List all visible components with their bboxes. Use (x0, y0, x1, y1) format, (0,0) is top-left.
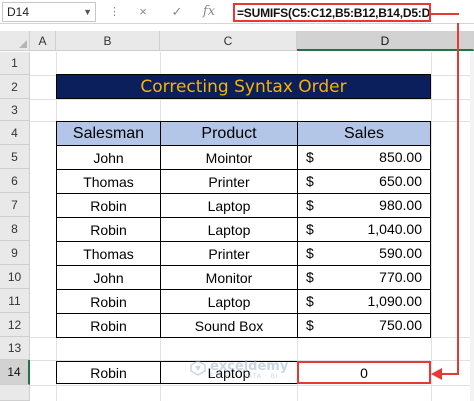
column-header-c[interactable]: C (160, 31, 297, 51)
sales-value: 590.00 (379, 245, 422, 261)
sales-value: 1,090.00 (367, 293, 423, 309)
currency-symbol: $ (306, 173, 314, 189)
row-header-10[interactable]: 10 (0, 265, 30, 289)
salesman-cell[interactable]: Thomas (56, 241, 161, 266)
product-cell[interactable]: Laptop (160, 217, 298, 242)
column-header-b[interactable]: B (56, 31, 160, 51)
header-product[interactable]: Product (160, 121, 298, 146)
currency-symbol: $ (306, 149, 314, 165)
product-cell[interactable]: Printer (160, 241, 298, 266)
column-header-d[interactable]: D (297, 31, 474, 51)
function-icon[interactable]: fx (200, 3, 218, 21)
exceldemy-logo-icon (190, 360, 206, 376)
header-salesman[interactable]: Salesman (56, 121, 161, 146)
row-header-1[interactable]: 1 (0, 52, 30, 75)
select-all-corner[interactable] (0, 31, 30, 51)
sales-value: 770.00 (379, 269, 422, 285)
salesman-cell[interactable]: Robin (56, 193, 161, 218)
salesman-cell[interactable]: Thomas (56, 169, 161, 194)
sales-value: 1,040.00 (367, 221, 423, 237)
row-header-12[interactable]: 12 (0, 313, 30, 337)
arrow-head-icon (431, 368, 442, 380)
watermark-name: exceldemy (210, 359, 289, 374)
currency-symbol: $ (306, 221, 314, 237)
column-header-a[interactable]: A (30, 31, 56, 51)
cancel-icon[interactable]: × (134, 3, 152, 21)
row-header-15[interactable] (0, 385, 30, 401)
name-box-value: D14 (7, 5, 30, 19)
product-cell[interactable]: Laptop (160, 289, 298, 314)
salesman-cell[interactable]: Robin (56, 217, 161, 242)
salesman-cell[interactable]: Robin (56, 289, 161, 314)
salesman-cell[interactable]: Robin (56, 313, 161, 338)
formula-bar: D14 ▼ ⋮ × ✓ fx =SUMIFS(C5:C12,B5:B12,B14… (0, 0, 474, 24)
name-box[interactable]: D14 ▼ (2, 2, 96, 22)
select-all-icon (19, 40, 27, 48)
chevron-down-icon[interactable]: ▼ (83, 3, 92, 21)
gridline (30, 385, 474, 386)
row-header-4[interactable]: 4 (0, 121, 30, 145)
row-header-14[interactable]: 14 (0, 360, 30, 385)
criteria-salesman-cell[interactable]: Robin (56, 361, 161, 384)
salesman-cell[interactable]: John (56, 265, 161, 290)
drag-handle-icon[interactable]: ⋮ (107, 5, 121, 19)
watermark: exceldemy EXCEL · DATA · BI (190, 357, 320, 383)
sheet-title[interactable]: Correcting Syntax Order (56, 74, 431, 99)
sales-value: 650.00 (379, 173, 422, 189)
currency-symbol: $ (306, 317, 314, 333)
currency-symbol: $ (306, 197, 314, 213)
annotation-arrow-segment (441, 373, 459, 375)
annotation-arrow-segment (457, 23, 459, 374)
row-header-5[interactable]: 5 (0, 145, 30, 169)
gridline (431, 52, 432, 401)
formula-input[interactable]: =SUMIFS(C5:C12,B5:B12,B14,D5:D12,C14 (233, 3, 431, 22)
product-cell[interactable]: Sound Box (160, 313, 298, 338)
currency-symbol: $ (306, 269, 314, 285)
enter-icon[interactable]: ✓ (168, 3, 186, 21)
row-header-11[interactable]: 11 (0, 289, 30, 313)
vertical-scrollbar[interactable] (470, 52, 474, 401)
currency-symbol: $ (306, 245, 314, 261)
sales-value: 750.00 (379, 317, 422, 333)
row-header-7[interactable]: 7 (0, 193, 30, 217)
row-header-13[interactable]: 13 (0, 337, 30, 360)
row-header-3[interactable]: 3 (0, 99, 30, 121)
annotation-arrow-segment (431, 13, 459, 15)
product-cell[interactable]: Mointor (160, 145, 298, 170)
watermark-tagline: EXCEL · DATA · BI (210, 373, 279, 380)
salesman-cell[interactable]: John (56, 145, 161, 170)
row-header-9[interactable]: 9 (0, 241, 30, 265)
product-cell[interactable]: Laptop (160, 193, 298, 218)
product-cell[interactable]: Printer (160, 169, 298, 194)
row-header-6[interactable]: 6 (0, 169, 30, 193)
product-cell[interactable]: Monitor (160, 265, 298, 290)
row-header-8[interactable]: 8 (0, 217, 30, 241)
row-header-2[interactable]: 2 (0, 75, 30, 99)
currency-symbol: $ (306, 293, 314, 309)
sales-value: 980.00 (379, 197, 422, 213)
sales-value: 850.00 (379, 149, 422, 165)
header-sales[interactable]: Sales (297, 121, 431, 146)
